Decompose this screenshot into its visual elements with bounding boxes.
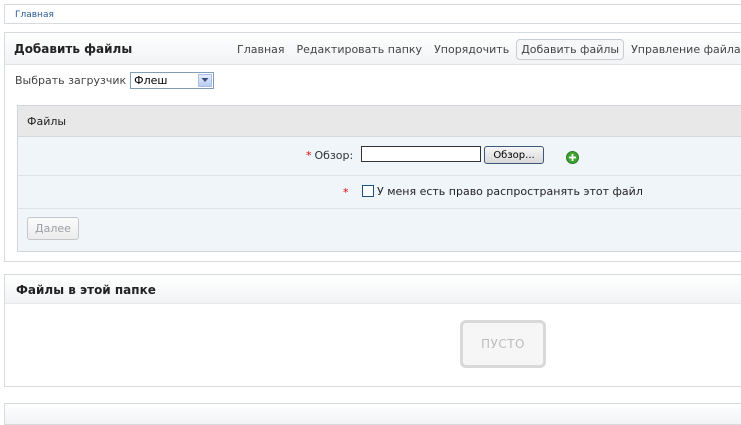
next-button[interactable]: Далее — [27, 217, 79, 240]
page-title: Добавить файлы — [14, 42, 133, 56]
required-mark: * — [343, 186, 349, 199]
required-mark: * — [306, 149, 312, 162]
tab-bar: Главная Редактировать папку Упорядочить … — [232, 38, 741, 60]
bottom-panel — [4, 403, 741, 425]
uploader-selected-value: Флеш — [134, 73, 168, 87]
panel-header: Добавить файлы Главная Редактировать пап… — [5, 33, 741, 65]
folder-files-panel: Файлы в этой папке ПУСТО — [4, 274, 741, 387]
add-file-icon[interactable] — [566, 149, 579, 168]
breadcrumb-home-link[interactable]: Главная — [15, 10, 54, 20]
tab-home[interactable]: Главная — [232, 39, 290, 60]
folder-header: Файлы в этой папке — [5, 275, 741, 304]
browse-label-text: Обзор: — [314, 149, 354, 162]
browse-label: * Обзор: — [306, 149, 353, 162]
file-path-input[interactable] — [361, 146, 481, 162]
uploader-select[interactable]: Флеш — [130, 71, 215, 89]
tab-sort[interactable]: Упорядочить — [429, 39, 514, 60]
chevron-down-icon[interactable] — [198, 73, 213, 87]
browse-button[interactable]: Обзор... — [484, 146, 544, 164]
rights-checkbox[interactable] — [362, 185, 374, 197]
tab-add-files[interactable]: Добавить файлы — [516, 38, 625, 60]
uploader-label: Выбрать загрузчик — [15, 73, 127, 87]
tab-edit-folder[interactable]: Редактировать папку — [292, 39, 428, 60]
empty-badge: ПУСТО — [460, 320, 546, 368]
rights-row: * У меня есть право распространять этот … — [18, 176, 741, 209]
tab-manage-files[interactable]: Управление файлами — [626, 39, 741, 60]
browse-row: * Обзор: Обзор... — [18, 137, 741, 176]
breadcrumb: Главная — [4, 4, 741, 24]
files-section: Файлы * Обзор: Обзор... * У меня есть пра… — [17, 105, 741, 252]
files-title: Файлы — [27, 115, 67, 128]
folder-title: Файлы в этой папке — [16, 283, 156, 297]
uploader-row: Выбрать загрузчик Флеш — [15, 71, 215, 89]
rights-label[interactable]: У меня есть право распространять этот фа… — [377, 185, 643, 198]
files-header: Файлы — [18, 106, 741, 137]
add-files-panel: Добавить файлы Главная Редактировать пап… — [4, 32, 741, 262]
